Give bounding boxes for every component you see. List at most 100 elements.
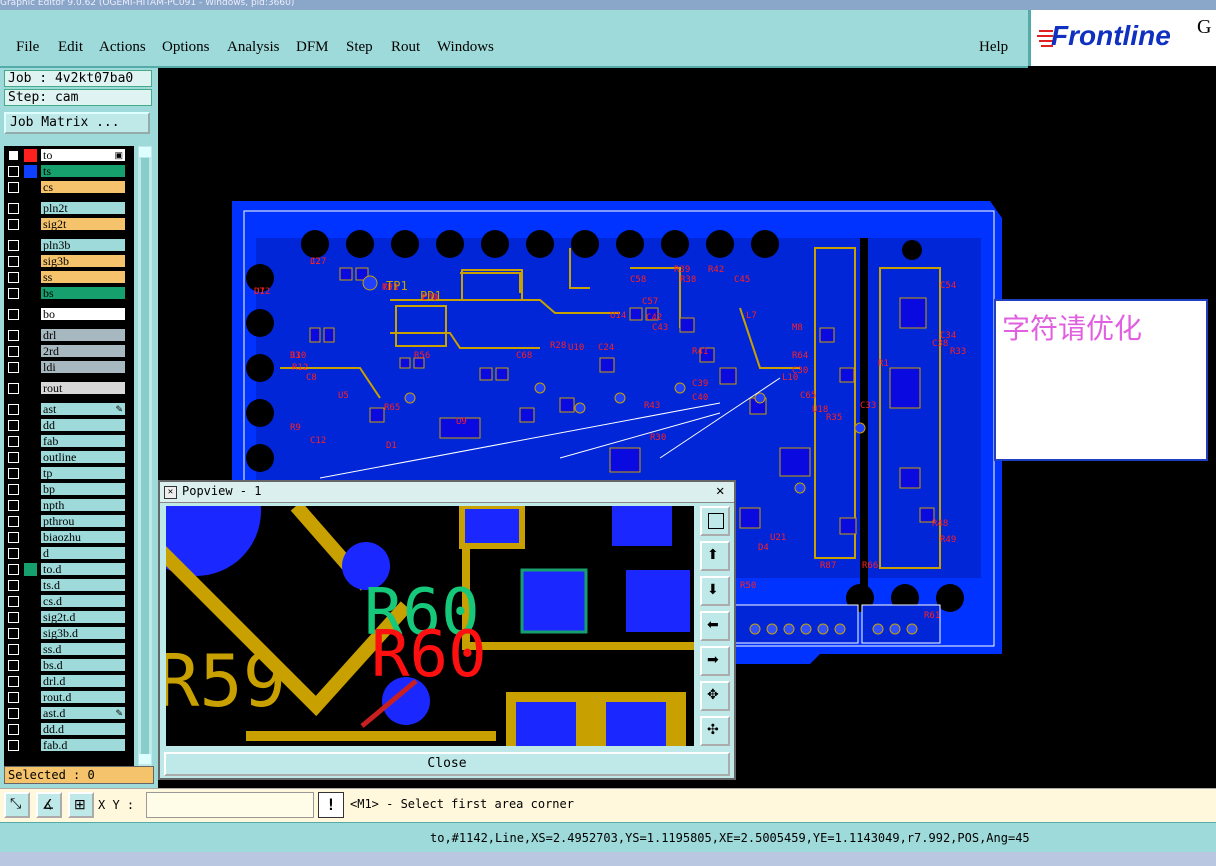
layer-row-fab-d[interactable]: fab.d xyxy=(4,738,134,753)
layer-row-bs[interactable]: bs xyxy=(4,286,134,301)
layer-name[interactable]: d xyxy=(40,546,126,560)
layer-name[interactable]: fab.d xyxy=(40,738,126,752)
layer-row-ss[interactable]: ss xyxy=(4,270,134,285)
layer-name[interactable]: cs xyxy=(40,180,126,194)
layer-name[interactable]: bs xyxy=(40,286,126,300)
snap-tool-button[interactable]: ⊞ xyxy=(68,792,94,818)
layer-checkbox[interactable] xyxy=(8,612,19,623)
layer-checkbox[interactable] xyxy=(8,404,19,415)
layer-checkbox[interactable] xyxy=(8,256,19,267)
layer-checkbox[interactable] xyxy=(8,692,19,703)
layer-checkbox[interactable] xyxy=(8,219,19,230)
layer-checkbox[interactable] xyxy=(8,676,19,687)
layer-row-ldi[interactable]: ldi xyxy=(4,360,134,375)
layer-scrollbar[interactable] xyxy=(138,146,152,766)
layer-row-tp[interactable]: tp xyxy=(4,466,134,481)
layer-name[interactable]: rout.d xyxy=(40,690,126,704)
pan-left-button[interactable]: ⬅ xyxy=(700,611,730,641)
layer-checkbox[interactable] xyxy=(8,182,19,193)
layer-name[interactable]: outline xyxy=(40,450,126,464)
layer-name[interactable]: sig2t.d xyxy=(40,610,126,624)
layer-checkbox[interactable] xyxy=(8,452,19,463)
layer-name[interactable]: ast ✎ xyxy=(40,402,126,416)
scroll-up-icon[interactable] xyxy=(139,147,151,157)
layer-row-sig2t[interactable]: sig2t xyxy=(4,217,134,232)
layer-checkbox[interactable] xyxy=(8,436,19,447)
layer-checkbox[interactable] xyxy=(8,724,19,735)
layer-name[interactable]: sig3b xyxy=(40,254,126,268)
layer-name[interactable]: drl xyxy=(40,328,126,342)
xy-input[interactable] xyxy=(146,792,314,818)
layer-row-pln2t[interactable]: pln2t xyxy=(4,201,134,216)
layer-checkbox[interactable] xyxy=(8,272,19,283)
layer-checkbox[interactable] xyxy=(8,362,19,373)
layer-row-pthrou[interactable]: pthrou xyxy=(4,514,134,529)
layer-name[interactable]: pln3b xyxy=(40,238,126,252)
zoom-in-button[interactable]: ✥ xyxy=(700,681,730,711)
layer-checkbox[interactable] xyxy=(8,420,19,431)
menu-rout[interactable]: Rout xyxy=(391,39,420,56)
layer-name[interactable]: ss xyxy=(40,270,126,284)
layer-row-biaozhu[interactable]: biaozhu xyxy=(4,530,134,545)
layer-name[interactable]: ts.d xyxy=(40,578,126,592)
menu-actions[interactable]: Actions xyxy=(99,39,146,56)
layer-row-ast-d[interactable]: ast.d ✎ xyxy=(4,706,134,721)
menu-edit[interactable]: Edit xyxy=(58,39,83,56)
zoom-out-button[interactable]: ✣ xyxy=(700,716,730,746)
menu-step[interactable]: Step xyxy=(346,39,373,56)
layer-row-d[interactable]: d xyxy=(4,546,134,561)
layer-name[interactable]: dd xyxy=(40,418,126,432)
measure-tool-button[interactable]: ⤡ xyxy=(4,792,30,818)
layer-row-pln3b[interactable]: pln3b xyxy=(4,238,134,253)
layer-name[interactable]: cs.d xyxy=(40,594,126,608)
layer-row-bo[interactable]: bo xyxy=(4,307,134,322)
layer-name[interactable]: ts xyxy=(40,164,126,178)
layer-row-sig3b[interactable]: sig3b xyxy=(4,254,134,269)
layer-row-ast[interactable]: ast ✎ xyxy=(4,402,134,417)
layer-row-drl[interactable]: drl xyxy=(4,328,134,343)
layer-row-npth[interactable]: npth xyxy=(4,498,134,513)
popview-titlebar[interactable]: ✕ Popview - 1 ✕ xyxy=(160,482,734,503)
layer-name[interactable]: rout xyxy=(40,381,126,395)
menu-dfm[interactable]: DFM xyxy=(296,39,329,56)
layer-checkbox[interactable] xyxy=(8,644,19,655)
layer-name[interactable]: pln2t xyxy=(40,201,126,215)
layer-row-2rd[interactable]: 2rd xyxy=(4,344,134,359)
layer-row-ss-d[interactable]: ss.d xyxy=(4,642,134,657)
layer-checkbox[interactable] xyxy=(8,516,19,527)
layer-checkbox[interactable] xyxy=(8,500,19,511)
layer-row-to[interactable]: to ▣ xyxy=(4,148,134,163)
close-icon[interactable]: ✕ xyxy=(716,482,724,500)
layer-checkbox[interactable] xyxy=(8,203,19,214)
layer-row-dd-d[interactable]: dd.d xyxy=(4,722,134,737)
layer-row-sig2t-d[interactable]: sig2t.d xyxy=(4,610,134,625)
layer-row-ts-d[interactable]: ts.d xyxy=(4,578,134,593)
layer-row-cs-d[interactable]: cs.d xyxy=(4,594,134,609)
layer-name[interactable]: bo xyxy=(40,307,126,321)
layer-checkbox[interactable] xyxy=(8,288,19,299)
layer-checkbox[interactable] xyxy=(8,309,19,320)
pan-up-button[interactable]: ⬆ xyxy=(700,541,730,571)
layer-row-cs[interactable]: cs xyxy=(4,180,134,195)
layer-checkbox[interactable] xyxy=(8,240,19,251)
layer-checkbox[interactable] xyxy=(8,383,19,394)
layer-name[interactable]: npth xyxy=(40,498,126,512)
popview-window[interactable]: ✕ Popview - 1 ✕ R60 R60 R59 ⬆ ⬇ ⬅ ➡ ✥ ✣ … xyxy=(158,480,736,780)
layer-row-drl-d[interactable]: drl.d xyxy=(4,674,134,689)
layer-name[interactable]: pthrou xyxy=(40,514,126,528)
layer-checkbox[interactable] xyxy=(8,468,19,479)
layer-checkbox[interactable] xyxy=(8,708,19,719)
layer-row-to-d[interactable]: to.d xyxy=(4,562,134,577)
layer-name[interactable]: bs.d xyxy=(40,658,126,672)
layer-name[interactable]: to ▣ xyxy=(40,148,126,162)
layer-row-bs-d[interactable]: bs.d xyxy=(4,658,134,673)
layer-name[interactable]: 2rd xyxy=(40,344,126,358)
layer-checkbox[interactable] xyxy=(8,660,19,671)
scroll-down-icon[interactable] xyxy=(139,754,151,764)
angle-tool-button[interactable]: ∡ xyxy=(36,792,62,818)
layer-name[interactable]: drl.d xyxy=(40,674,126,688)
layer-name[interactable]: sig3b.d xyxy=(40,626,126,640)
menu-analysis[interactable]: Analysis xyxy=(227,39,280,56)
layer-name[interactable]: ldi xyxy=(40,360,126,374)
layer-checkbox[interactable] xyxy=(8,330,19,341)
